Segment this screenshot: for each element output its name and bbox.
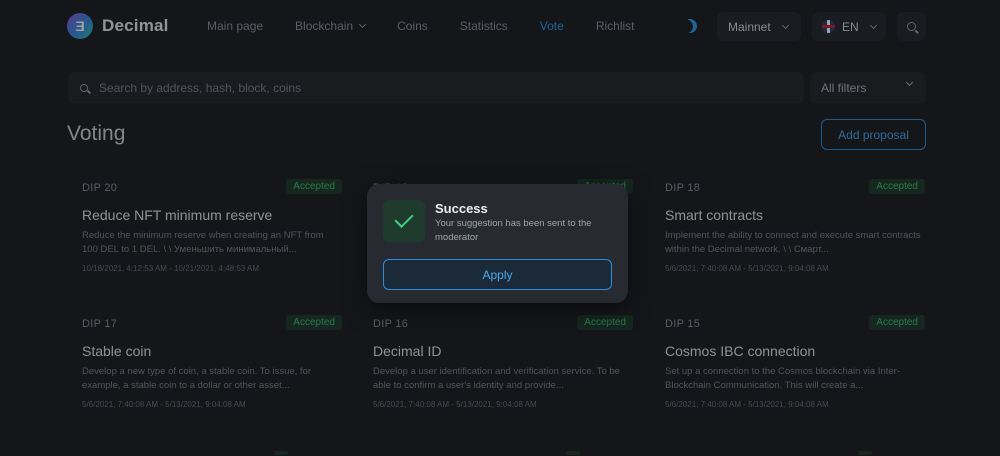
modal-message: Your suggestion has been sent to the mod… (435, 218, 592, 243)
success-modal: Success Your suggestion has been sent to… (367, 184, 628, 303)
page: Ǝ Decimal Main page Blockchain Coins Sta… (0, 0, 1000, 456)
success-check-icon (383, 200, 425, 242)
apply-button[interactable]: Apply (383, 259, 612, 290)
modal-title: Success (435, 201, 488, 216)
checkmark-icon (394, 208, 414, 229)
